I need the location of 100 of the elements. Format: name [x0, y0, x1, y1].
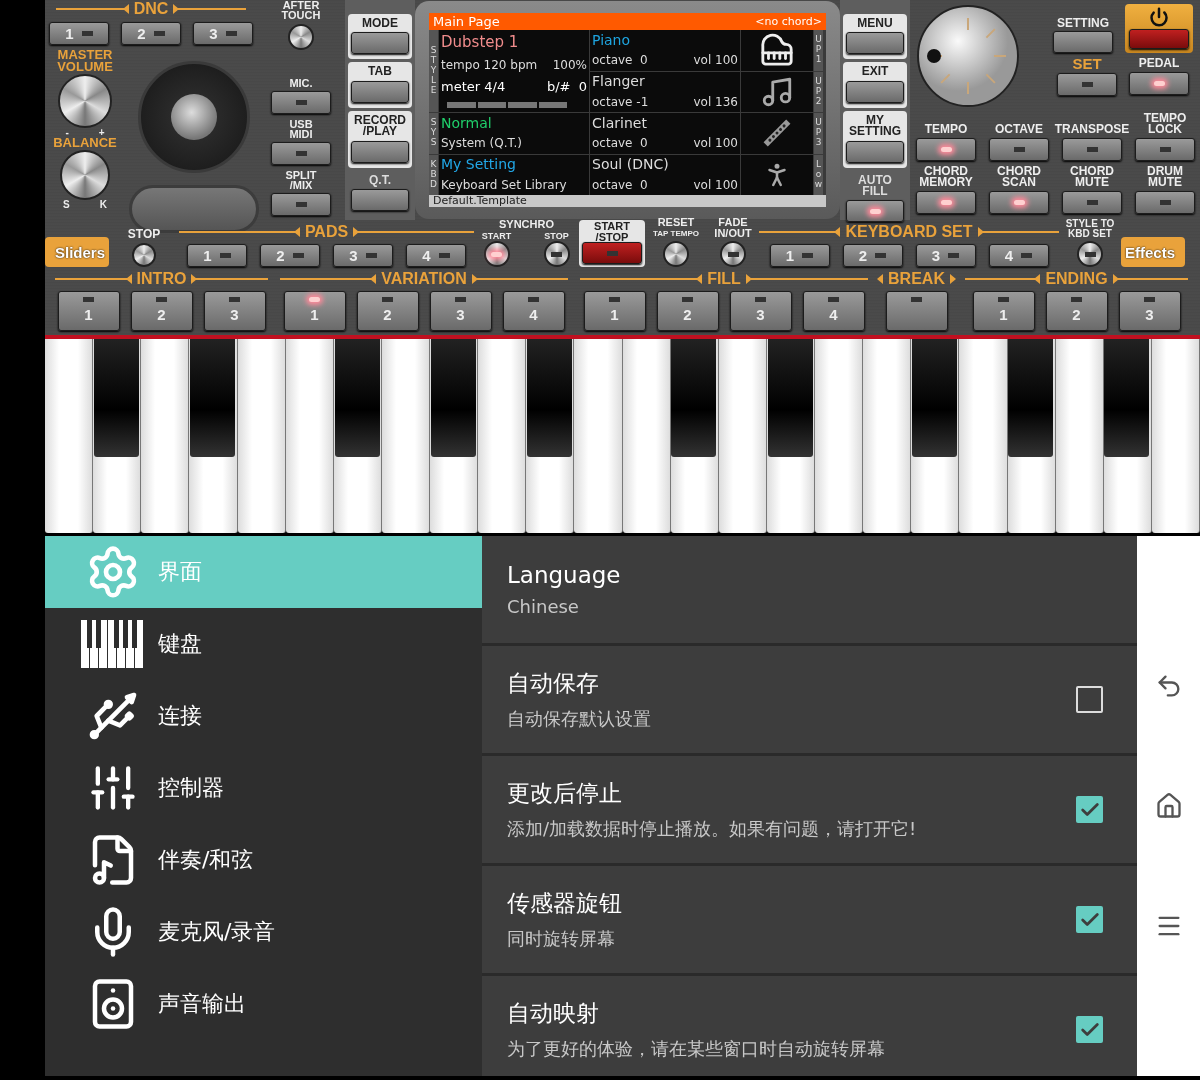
sidebar-item[interactable]: 键盘 — [45, 608, 482, 680]
panel-button[interactable]: 1 — [583, 291, 646, 331]
panel-button[interactable]: 3 — [915, 244, 976, 267]
side-label: KBD — [429, 159, 438, 190]
panel-button[interactable] — [351, 188, 409, 211]
sidebar-item[interactable]: 声音输出 — [45, 968, 482, 1040]
sidebar-item[interactable]: 控制器 — [45, 752, 482, 824]
panel-button[interactable]: 2 — [356, 291, 419, 331]
button-label: SET — [1072, 57, 1102, 72]
panel-button[interactable] — [916, 190, 976, 214]
checkbox[interactable] — [1076, 796, 1103, 823]
panel-button[interactable]: 2 — [121, 22, 181, 45]
knob[interactable] — [543, 241, 570, 267]
piano-keyboard-drawing[interactable] — [45, 335, 1200, 533]
button-label: STOP — [544, 232, 569, 241]
knob[interactable] — [663, 241, 689, 267]
panel-button[interactable]: 2 — [656, 291, 719, 331]
panel-button[interactable] — [846, 32, 904, 55]
button-label: CHORD MEMORY — [919, 165, 973, 189]
panel-button[interactable] — [989, 137, 1049, 161]
panel-button[interactable]: 3 — [333, 244, 393, 267]
panel-button[interactable] — [846, 200, 904, 223]
panel-button[interactable] — [1062, 190, 1122, 214]
setting-value: Chinese — [507, 596, 580, 617]
button-label: STYLE TO KBD SET — [1065, 219, 1115, 238]
octave-text: octave -1 — [592, 95, 649, 109]
knob[interactable] — [720, 241, 746, 267]
panel-button[interactable] — [271, 90, 331, 114]
panel-button[interactable]: 1 — [972, 291, 1035, 331]
sliders-tab[interactable]: Sliders — [45, 237, 109, 267]
panel-button[interactable] — [1135, 137, 1195, 161]
panel-button[interactable] — [351, 140, 409, 163]
panel-button[interactable] — [1062, 137, 1122, 161]
panel-button[interactable] — [846, 140, 904, 163]
panel-button[interactable] — [1135, 190, 1195, 214]
knob-label: MASTER VOLUME — [57, 49, 113, 74]
panel-button[interactable] — [1057, 73, 1117, 97]
home-icon[interactable] — [1154, 792, 1183, 820]
panel-button[interactable]: 1 — [283, 291, 346, 331]
knob[interactable] — [60, 149, 110, 200]
button-label: RECORD /PLAY — [354, 114, 406, 138]
knob[interactable] — [1077, 241, 1103, 267]
panel-button[interactable] — [989, 190, 1049, 214]
panel-button[interactable] — [351, 32, 409, 55]
knob[interactable] — [288, 23, 314, 50]
panel-button[interactable]: 3 — [429, 291, 492, 331]
sidebar-item[interactable]: 连接 — [45, 680, 482, 752]
side-label: SYS — [429, 118, 438, 149]
sidebar-item[interactable]: 界面 — [45, 536, 482, 608]
button-label: FADE IN/OUT — [714, 217, 752, 238]
checkbox[interactable] — [1076, 686, 1103, 713]
section-label: INTRO — [136, 271, 187, 287]
sidebar-item[interactable]: 麦克风/录音 — [45, 896, 482, 968]
panel-button[interactable]: 3 — [729, 291, 792, 331]
start-stop-button[interactable] — [582, 242, 642, 264]
keyboard-icon — [81, 620, 145, 668]
panel-button[interactable] — [271, 141, 331, 165]
sidebar-item[interactable]: 伴奏/和弦 — [45, 824, 482, 896]
panel-button[interactable]: 4 — [802, 291, 865, 331]
panel-button[interactable]: 3 — [193, 22, 253, 45]
panel-button[interactable]: 3 — [203, 291, 266, 331]
panel-button[interactable] — [846, 80, 904, 103]
panel-button[interactable]: 4 — [406, 244, 466, 267]
knob[interactable] — [58, 73, 112, 128]
panel-button[interactable] — [885, 291, 948, 331]
dial-knob[interactable] — [916, 4, 1020, 108]
button-label: PEDAL — [1138, 58, 1180, 70]
piano-icon — [760, 33, 794, 68]
panel-button[interactable] — [916, 137, 976, 161]
knob[interactable] — [483, 241, 510, 267]
setting-title: 更改后停止 — [507, 779, 623, 808]
panel-button[interactable]: 1 — [769, 244, 830, 267]
panel-button[interactable]: 1 — [187, 244, 247, 267]
part-name: Flanger — [592, 74, 646, 90]
panel-button[interactable]: 2 — [130, 291, 193, 331]
panel-button[interactable]: 2 — [1045, 291, 1108, 331]
panel-button[interactable]: 1 — [57, 291, 120, 331]
power-button[interactable] — [1129, 29, 1189, 49]
panel-button[interactable] — [1053, 31, 1113, 53]
panel-button[interactable]: 1 — [49, 22, 109, 45]
setting-title: 自动保存 — [507, 669, 600, 698]
panel-button[interactable]: 4 — [988, 244, 1049, 267]
button-label: OCTAVE — [994, 124, 1044, 136]
panel-button[interactable]: 4 — [502, 291, 565, 331]
button-label: EXIT — [861, 66, 889, 78]
panel-button[interactable]: 2 — [260, 244, 320, 267]
checkbox[interactable] — [1076, 1016, 1103, 1043]
panel-button[interactable] — [351, 80, 409, 103]
effects-tab[interactable]: Effects — [1121, 237, 1185, 267]
button-label: TRANSPOSE — [1054, 124, 1130, 136]
panel-button[interactable] — [1129, 71, 1189, 95]
panel-button[interactable]: 3 — [1118, 291, 1181, 331]
panel-button[interactable] — [271, 192, 331, 216]
panel-button[interactable]: 2 — [842, 244, 903, 267]
button-label: TAB — [368, 66, 392, 78]
checkbox[interactable] — [1076, 906, 1103, 933]
button-label: MENU — [857, 18, 893, 30]
knob[interactable] — [132, 243, 156, 267]
button-label: MODE — [362, 18, 398, 30]
key-text: b/# 0 — [546, 79, 587, 94]
